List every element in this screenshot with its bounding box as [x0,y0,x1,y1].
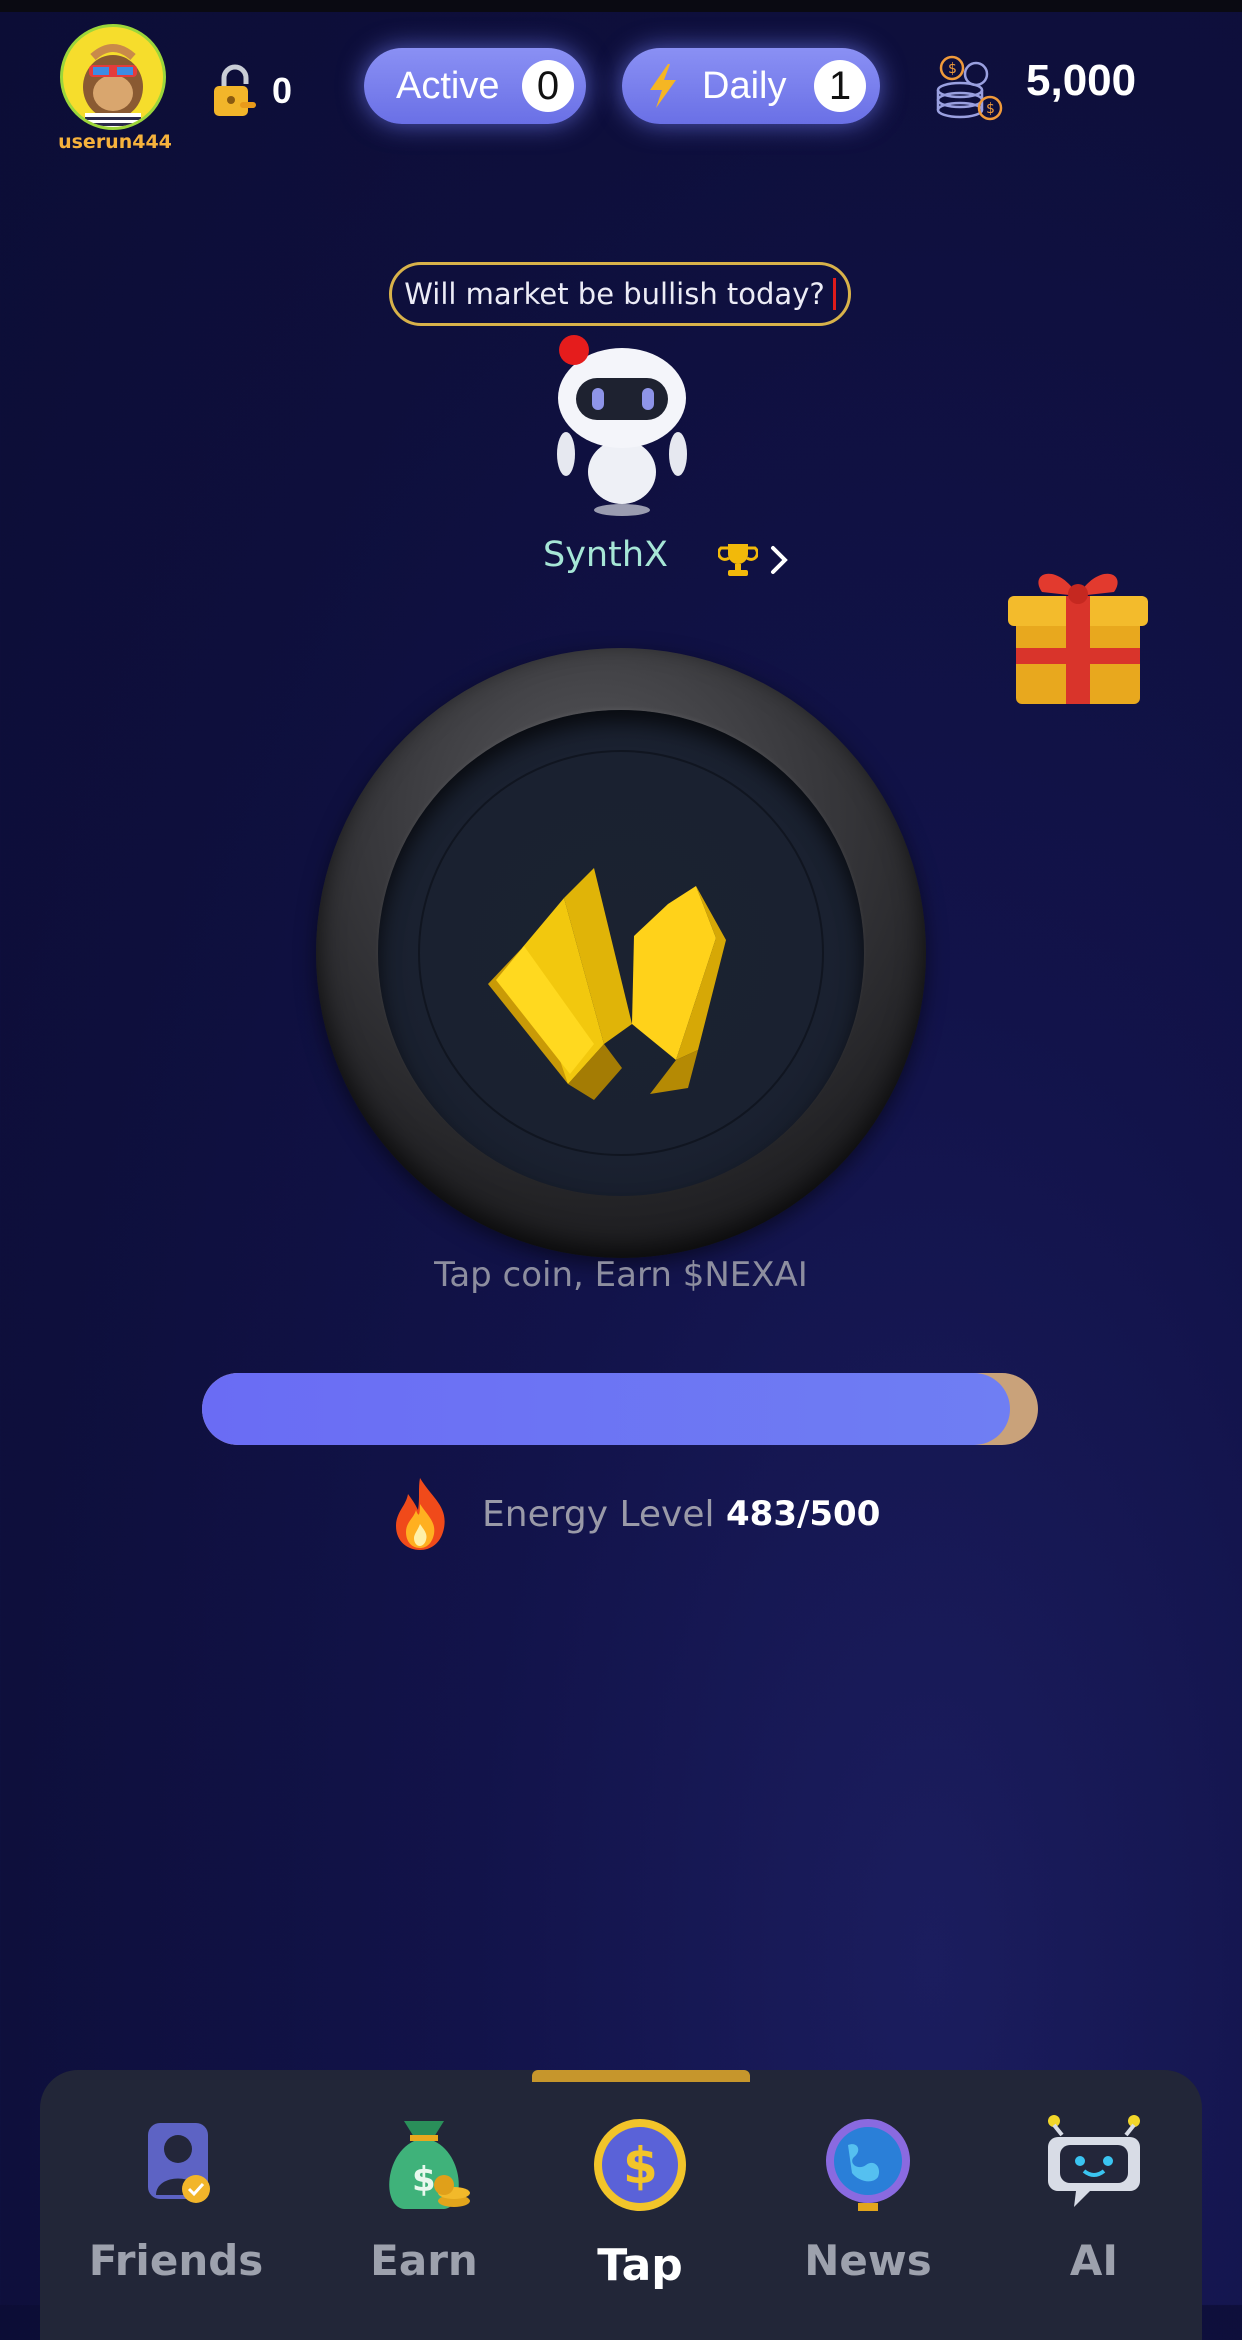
dollar-coin-icon: $ [594,2119,686,2211]
globe-icon [826,2119,910,2211]
nav-label-friends: Friends [88,2236,264,2285]
nav-label-ai: AI [1069,2236,1119,2285]
tap-coin-button[interactable] [316,648,926,1258]
active-button[interactable]: Active 0 [364,48,586,124]
chevron-right-icon[interactable] [768,544,790,576]
svg-text:$: $ [948,61,957,77]
typing-cursor [832,278,836,310]
svg-text:$: $ [623,2137,658,2195]
bot-prompt-text: Will market be bullish today? [404,277,825,311]
nav-item-news[interactable]: News [768,2110,968,2305]
nav-active-indicator [532,2070,750,2082]
bot-prompt-bubble[interactable]: Will market be bullish today? [389,262,851,326]
bot-name[interactable]: SynthX [543,535,668,575]
nav-item-earn[interactable]: $ Earn [324,2110,524,2305]
tap-caption: Tap coin, Earn $NEXAI [434,1255,808,1295]
energy-value: 483/500 [726,1494,881,1534]
energy-label: Energy Level [482,1494,715,1535]
nav-label-tap: Tap [597,2240,683,2291]
energy-bar-fill [202,1373,1010,1445]
flame-icon [388,1476,452,1552]
daily-count-badge: 1 [814,60,866,112]
status-strip [0,0,1242,12]
friends-icon [148,2123,210,2203]
nav-item-tap[interactable]: $ Tap [540,2110,740,2305]
lock-count: 0 [272,70,293,111]
robot-icon[interactable] [538,334,704,520]
daily-label: Daily [702,64,787,107]
svg-text:$: $ [986,101,995,117]
energy-bar [202,1373,1038,1445]
svg-text:$: $ [412,2160,436,2200]
money-bag-icon: $ [389,2121,470,2209]
nav-label-news: News [804,2236,932,2285]
active-label: Active [396,64,500,107]
monkey-avatar-icon [83,44,143,127]
daily-button[interactable]: Daily 1 [622,48,880,124]
gift-icon[interactable] [998,552,1158,712]
nav-item-friends[interactable]: Friends [76,2110,276,2305]
lightning-icon [650,64,676,108]
coin-stack-icon: $ $ [930,52,1004,124]
lock-icon [210,62,260,120]
nav-label-earn: Earn [370,2236,478,2285]
trophy-icon[interactable] [718,540,758,580]
coin-balance: 5,000 [1026,56,1137,105]
active-count-badge: 0 [522,60,574,112]
chat-bot-icon [1048,2115,1140,2207]
avatar[interactable] [60,24,166,130]
nav-item-ai[interactable]: AI [994,2110,1194,2305]
nexai-logo-icon [488,868,726,1100]
username: userun444 [58,131,172,153]
